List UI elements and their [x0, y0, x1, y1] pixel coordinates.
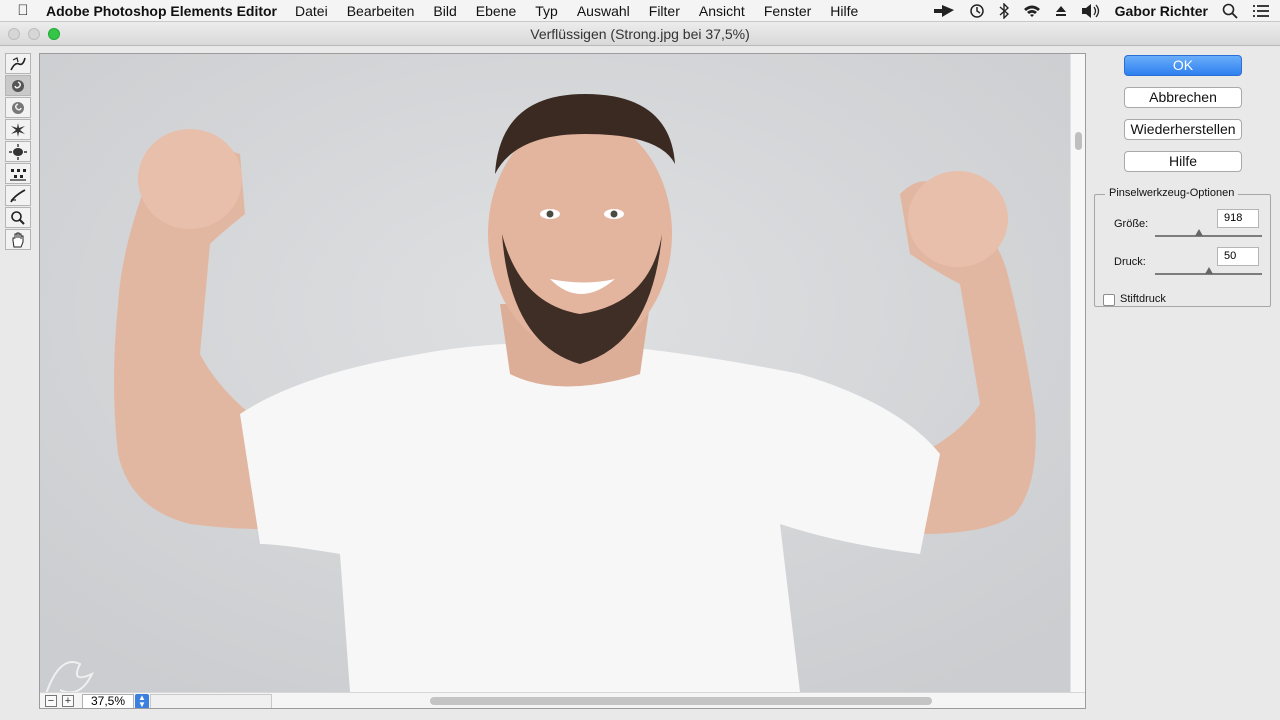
close-window-button[interactable] [8, 28, 20, 40]
photo-preview[interactable] [40, 54, 1071, 692]
zoom-stepper-icon[interactable]: ▲ ▼ [135, 694, 149, 708]
menu-bearbeiten[interactable]: Bearbeiten [347, 3, 415, 19]
menu-filter[interactable]: Filter [649, 3, 680, 19]
window-title: Verflüssigen (Strong.jpg bei 37,5%) [530, 26, 750, 42]
bloat-tool-button[interactable] [5, 141, 31, 162]
twirl-clockwise-tool-icon [12, 79, 24, 92]
time-machine-icon[interactable] [969, 3, 985, 19]
twirl-clockwise-tool-button[interactable] [5, 75, 31, 96]
eject-icon[interactable] [1055, 5, 1067, 17]
zoom-out-button[interactable]: − [45, 695, 57, 707]
stylus-pressure-label: Stiftdruck [1120, 293, 1166, 305]
vertical-scrollbar[interactable] [1070, 54, 1085, 692]
cancel-button[interactable]: Abbrechen [1124, 87, 1242, 108]
bluetooth-icon[interactable] [999, 3, 1009, 19]
user-name[interactable]: Gabor Richter [1115, 3, 1208, 19]
window-titlebar[interactable]: Verflüssigen (Strong.jpg bei 37,5%) [0, 22, 1280, 46]
vertical-scroll-thumb[interactable] [1075, 132, 1082, 150]
menu-auswahl[interactable]: Auswahl [577, 3, 630, 19]
liquify-window: Verflüssigen (Strong.jpg bei 37,5%) − + … [0, 22, 1280, 720]
menu-bild[interactable]: Bild [433, 3, 456, 19]
app-menu[interactable]: Adobe Photoshop Elements Editor [46, 3, 277, 19]
pucker-tool-icon [11, 122, 25, 137]
stylus-pressure-checkbox[interactable] [1103, 294, 1115, 306]
pucker-tool-button[interactable] [5, 119, 31, 140]
warp-tool-button[interactable] [5, 53, 31, 74]
warp-tool-icon [10, 56, 26, 70]
zoom-in-button[interactable]: + [62, 695, 74, 707]
reconstruct-tool-icon [10, 188, 26, 202]
menu-datei[interactable]: Datei [295, 3, 328, 19]
bloat-tool-icon [9, 143, 27, 160]
menubar:  Adobe Photoshop Elements Editor Datei … [0, 0, 1280, 22]
menu-ebene[interactable]: Ebene [476, 3, 516, 19]
pressure-label: Druck: [1114, 256, 1146, 268]
menu-fenster[interactable]: Fenster [764, 3, 811, 19]
zoom-tool-button[interactable] [5, 207, 31, 228]
menu-typ[interactable]: Typ [535, 3, 558, 19]
wifi-icon[interactable] [1023, 4, 1041, 18]
horizontal-scroll-thumb[interactable] [430, 697, 932, 705]
liquify-toolbox [5, 53, 33, 251]
menu-hilfe[interactable]: Hilfe [830, 3, 858, 19]
hand-tool-button[interactable] [5, 229, 31, 250]
ok-button[interactable]: OK [1124, 55, 1242, 76]
help-button[interactable]: Hilfe [1124, 151, 1242, 172]
cursor-arrow-icon[interactable] [933, 4, 955, 18]
zoom-window-button[interactable] [48, 28, 60, 40]
reset-button[interactable]: Wiederherstellen [1124, 119, 1242, 140]
brush-options-panel: Pinselwerkzeug-Optionen Größe: 918 Druck… [1094, 187, 1271, 307]
brush-options-title: Pinselwerkzeug-Optionen [1105, 187, 1239, 199]
apple-icon[interactable]:  [0, 2, 46, 19]
zoom-tool-icon [11, 210, 25, 225]
pressure-input[interactable]: 50 [1217, 247, 1259, 266]
size-slider-thumb[interactable] [1195, 229, 1203, 236]
status-area: Gabor Richter [933, 0, 1270, 22]
zoom-field-spacer [150, 694, 272, 708]
zoom-level-field[interactable]: 37,5% [82, 694, 134, 708]
volume-icon[interactable] [1081, 4, 1101, 18]
size-label: Größe: [1114, 218, 1149, 230]
reconstruct-tool-button[interactable] [5, 185, 31, 206]
twirl-counterclockwise-tool-button[interactable] [5, 97, 31, 118]
pressure-slider-thumb[interactable] [1205, 267, 1213, 274]
shift-pixels-tool-icon [10, 168, 26, 181]
list-icon[interactable] [1252, 4, 1270, 18]
menu-ansicht[interactable]: Ansicht [699, 3, 745, 19]
liquify-canvas[interactable]: − + 37,5% ▲ ▼ [39, 53, 1086, 709]
minimize-window-button[interactable] [28, 28, 40, 40]
canvas-bottom-bar: − + 37,5% ▲ ▼ [40, 692, 1085, 708]
shift-pixels-tool-button[interactable] [5, 163, 31, 184]
size-slider[interactable] [1155, 235, 1262, 237]
hand-tool-icon [12, 232, 24, 247]
twirl-counterclockwise-tool-icon [12, 101, 24, 114]
size-input[interactable]: 918 [1217, 209, 1259, 228]
search-icon[interactable] [1222, 3, 1238, 19]
